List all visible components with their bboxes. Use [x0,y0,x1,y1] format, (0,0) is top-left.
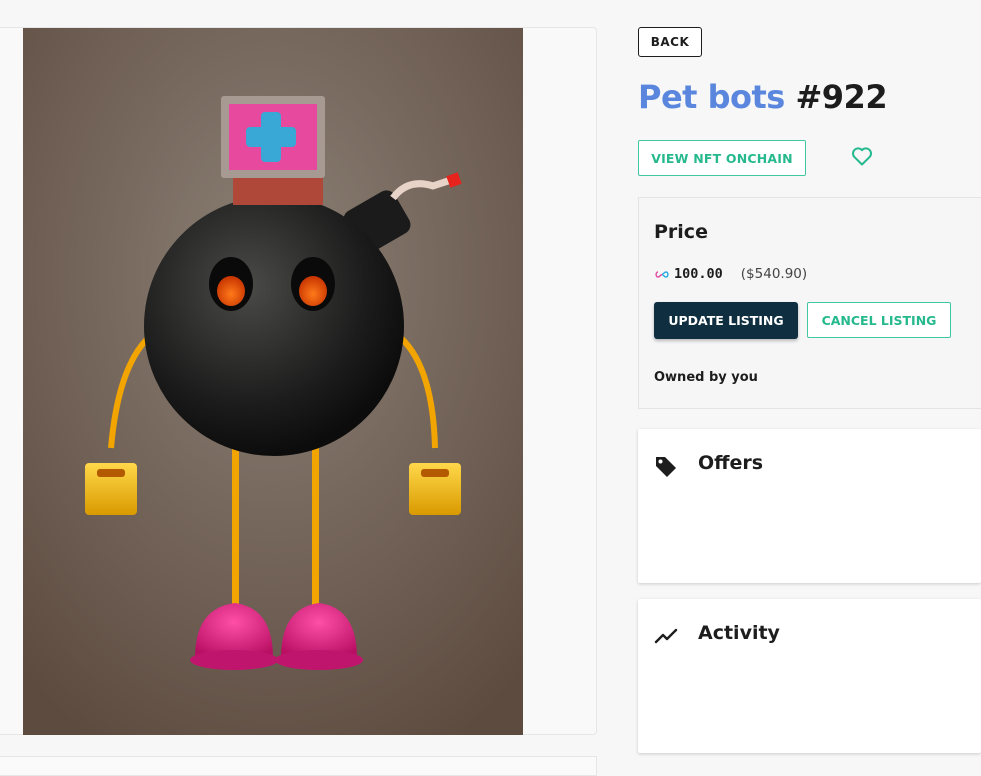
details-card-partial [0,756,597,776]
nft-detail-panel: BACK Pet bots #922 VIEW NFT ONCHAIN Pric… [638,0,981,762]
view-nft-onchain-button[interactable]: VIEW NFT ONCHAIN [638,140,806,176]
collection-link[interactable]: Pet bots [638,78,785,116]
offers-title: Offers [698,452,764,474]
update-listing-button[interactable]: UPDATE LISTING [654,302,798,339]
cancel-listing-button[interactable]: CANCEL LISTING [807,302,951,338]
price-row: 100.00 ($540.90) [654,266,807,282]
page-title: Pet bots #922 [638,78,888,116]
price-usd: ($540.90) [740,266,808,282]
owner-text: Owned by you [654,370,758,385]
price-heading: Price [654,221,708,243]
heart-outline-icon[interactable] [850,144,874,168]
infinity-icon [655,270,669,278]
trending-icon [654,628,678,644]
nft-image [23,28,523,735]
price-amount: 100.00 [674,266,723,282]
activity-panel: Activity [638,599,981,753]
token-number: #922 [795,78,888,116]
price-card: Price 100.00 ($540.90) UPDATE LISTING CA… [638,197,981,409]
offers-panel: Offers [638,429,981,583]
back-button[interactable]: BACK [638,27,702,57]
activity-title: Activity [698,622,780,644]
tag-icon [656,457,676,477]
